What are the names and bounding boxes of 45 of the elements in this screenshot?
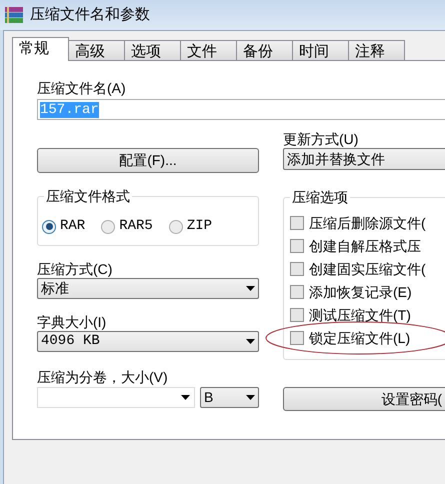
tab[interactable]: 时间 [292, 40, 349, 61]
field-label: 压缩方式(C) [37, 260, 114, 278]
dropdown-arrow-icon [246, 395, 255, 400]
dropdown-arrow-icon [246, 286, 255, 291]
tab[interactable]: 选项 [124, 40, 181, 61]
tab[interactable]: 高级 [68, 40, 125, 61]
group-title: 压缩文件格式 [44, 187, 132, 205]
checkbox-label: 压缩后删除源文件( [309, 214, 426, 233]
field-label: 压缩为分卷，大小(V) [37, 368, 169, 386]
field-label: 压缩文件名(A) [37, 79, 127, 98]
radio-button[interactable] [101, 220, 116, 234]
tab[interactable]: 备份 [236, 40, 293, 61]
field-label: 字典大小(I) [37, 313, 108, 331]
radio-button[interactable] [168, 220, 183, 234]
dropdown-arrow-icon [181, 395, 190, 400]
set-password-button[interactable]: 设置密码( [283, 387, 445, 411]
compression-method-dropdown[interactable]: 标准 [37, 278, 259, 299]
checkbox[interactable] [290, 308, 304, 322]
profiles-button[interactable]: 配置(F)... [37, 148, 259, 173]
checkbox[interactable] [290, 331, 304, 345]
checkbox[interactable] [290, 239, 304, 253]
tab[interactable]: 注释 [348, 40, 405, 61]
dropdown-arrow-icon [246, 339, 255, 344]
group-title: 压缩选项 [290, 188, 350, 206]
radio-label: RAR [60, 217, 86, 236]
checkbox[interactable] [290, 216, 304, 230]
dictionary-size-dropdown[interactable]: 4096 KB [37, 331, 259, 352]
volume-unit-dropdown[interactable]: B [200, 387, 259, 408]
window-title: 压缩文件名和参数 [30, 4, 150, 25]
checkbox[interactable] [290, 285, 304, 299]
tab[interactable]: 文件 [180, 40, 237, 61]
radio-label: ZIP [186, 217, 212, 236]
volume-size-combobox[interactable] [37, 387, 195, 408]
checkbox-label: 添加恢复记录(E) [309, 282, 412, 302]
field-label: 更新方式(U) [283, 130, 360, 148]
radio-button[interactable] [42, 220, 56, 234]
update-mode-dropdown[interactable]: 添加并替换文件 [283, 148, 445, 170]
radio-label: RAR5 [119, 217, 153, 236]
checkbox[interactable] [290, 262, 304, 276]
checkbox-label: 创建自解压格式压 [309, 236, 421, 256]
checkbox-label: 测试压缩文件(T) [309, 306, 411, 325]
checkbox-label: 创建固实压缩文件( [309, 260, 426, 279]
checkbox-label: 锁定压缩文件(L) [309, 328, 410, 348]
books-icon [4, 5, 24, 25]
tab[interactable]: 常规 [12, 37, 69, 61]
